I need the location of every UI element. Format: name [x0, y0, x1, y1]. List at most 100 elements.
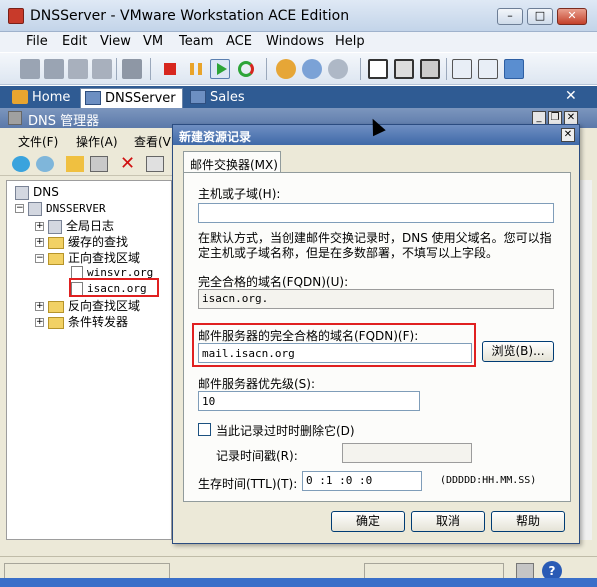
- ttl-format-hint: (DDDDD:HH.MM.SS): [440, 475, 537, 486]
- help-button[interactable]: 帮助: [491, 511, 565, 532]
- clone-icon[interactable]: [92, 59, 112, 79]
- ttl-input[interactable]: 0 :1 :0 :0: [302, 471, 422, 491]
- revert-icon[interactable]: [44, 59, 64, 79]
- power-on-icon[interactable]: [210, 59, 230, 79]
- info-text: 在默认方式，当创建邮件交换记录时，DNS 使用父域名。您可以指定主机或子域名称，…: [198, 231, 552, 260]
- menu-view[interactable]: View: [100, 34, 131, 49]
- snapshot-manager-icon[interactable]: [68, 59, 88, 79]
- expand-icon[interactable]: +: [35, 238, 44, 247]
- priority-input[interactable]: [198, 391, 420, 411]
- dns-menu-file[interactable]: 文件(F): [18, 133, 58, 150]
- tree-item-global-log[interactable]: + 全局日志: [35, 217, 114, 234]
- tab-sales[interactable]: Sales: [186, 88, 251, 108]
- tab-home[interactable]: Home: [8, 88, 76, 108]
- folder-icon: [48, 236, 64, 249]
- tab-dnsserver-label: DNSServer: [105, 91, 176, 106]
- fullscreen-icon[interactable]: [394, 59, 414, 79]
- team-icon[interactable]: [276, 59, 296, 79]
- back-icon[interactable]: [12, 156, 30, 172]
- lan-segment-icon[interactable]: [328, 59, 348, 79]
- folder-icon: [48, 300, 64, 313]
- expand-icon[interactable]: +: [35, 302, 44, 311]
- priority-label: 邮件服务器优先级(S):: [198, 377, 316, 391]
- menu-edit[interactable]: Edit: [62, 34, 87, 49]
- console-view-icon[interactable]: [452, 59, 472, 79]
- dns-menu-view[interactable]: 查看(V): [134, 133, 176, 150]
- fqdn-label: 完全合格的域名(FQDN)(U):: [198, 275, 349, 289]
- tree-item-server[interactable]: − DNSSERVER: [15, 201, 106, 216]
- mail-server-label: 邮件服务器的完全合格的域名(FQDN)(F):: [198, 329, 419, 343]
- collapse-icon[interactable]: −: [35, 254, 44, 263]
- dns-toolbar: ✕: [0, 152, 180, 176]
- tree-item-conditional-forwarders[interactable]: + 条件转发器: [35, 313, 128, 330]
- expand-icon[interactable]: +: [35, 222, 44, 231]
- menu-file[interactable]: File: [26, 34, 48, 49]
- tree-item-forward-zones[interactable]: − 正向查找区域: [35, 249, 140, 266]
- power-off-icon[interactable]: [160, 59, 180, 79]
- dns-restore-button[interactable]: ❐: [548, 111, 562, 125]
- summary-view-icon[interactable]: [478, 59, 498, 79]
- settings-icon[interactable]: [122, 59, 142, 79]
- menu-ace[interactable]: ACE: [226, 34, 252, 49]
- home-icon: [12, 90, 28, 104]
- host-input[interactable]: [198, 203, 554, 223]
- sidebar-toggle-icon[interactable]: [368, 59, 388, 79]
- tree-item-dns[interactable]: DNS: [15, 185, 59, 200]
- quick-switch-icon[interactable]: [420, 59, 440, 79]
- fqdn-field: isacn.org.: [198, 289, 554, 309]
- snapshot-icon[interactable]: [20, 59, 40, 79]
- tab-dnsserver[interactable]: DNSServer: [80, 88, 183, 108]
- highlight-zone-isacn: [69, 278, 159, 297]
- tab-sales-label: Sales: [210, 90, 245, 105]
- dns-minimize-button[interactable]: _: [532, 111, 546, 125]
- dialog-close-button[interactable]: ✕: [561, 128, 575, 142]
- suspend-icon[interactable]: [186, 59, 206, 79]
- reset-icon[interactable]: [236, 59, 256, 79]
- expand-icon[interactable]: +: [35, 318, 44, 327]
- menu-help[interactable]: Help: [335, 34, 365, 49]
- dialog-title: 新建资源记录: [179, 130, 252, 144]
- cancel-button[interactable]: 取消: [411, 511, 485, 532]
- guest-taskbar: [0, 578, 597, 587]
- timestamp-field: [342, 443, 472, 463]
- dns-menu-bar: 文件(F) 操作(A) 查看(V): [0, 130, 180, 150]
- close-button[interactable]: ✕: [557, 8, 587, 25]
- vm-tab-strip: Home DNSServer Sales ✕: [0, 86, 597, 108]
- vmware-title-bar: DNSServer - VMware Workstation ACE Editi…: [0, 0, 597, 32]
- vm-icon: [190, 90, 206, 104]
- vmware-toolbar: [0, 53, 597, 85]
- collapse-icon[interactable]: −: [15, 204, 24, 213]
- vmware-app-icon: [8, 8, 24, 24]
- dns-close-button[interactable]: ✕: [564, 111, 578, 125]
- show-tree-icon[interactable]: [90, 156, 108, 172]
- dns-menu-action[interactable]: 操作(A): [76, 133, 118, 150]
- menu-vm[interactable]: VM: [143, 34, 163, 49]
- tab-mail-exchanger[interactable]: 邮件交换器(MX): [183, 151, 281, 173]
- up-folder-icon[interactable]: [66, 156, 84, 172]
- delete-stale-checkbox[interactable]: [198, 423, 211, 436]
- properties-icon[interactable]: [146, 156, 164, 172]
- dns-icon: [15, 185, 29, 200]
- network-icon[interactable]: [302, 59, 322, 79]
- host-label: 主机或子域(H):: [198, 187, 281, 201]
- mail-server-input[interactable]: [198, 343, 472, 363]
- tree-item-cache[interactable]: + 缓存的查找: [35, 233, 128, 250]
- dns-tree-pane: DNS − DNSSERVER + 全局日志 + 缓存的查找 − 正向查找区域 wins…: [6, 180, 172, 540]
- timestamp-label: 记录时间戳(R):: [216, 449, 298, 463]
- new-resource-record-dialog: 新建资源记录 ✕ 邮件交换器(MX) 主机或子域(H): 在默认方式，当创建邮件…: [172, 124, 580, 544]
- minimize-button[interactable]: –: [497, 8, 523, 25]
- tree-item-reverse-zones[interactable]: + 反向查找区域: [35, 297, 140, 314]
- folder-icon: [48, 316, 64, 329]
- folder-icon: [48, 252, 64, 265]
- menu-windows[interactable]: Windows: [266, 34, 324, 49]
- forward-icon[interactable]: [36, 156, 54, 172]
- menu-team[interactable]: Team: [179, 34, 213, 49]
- delete-icon[interactable]: ✕: [120, 155, 138, 173]
- window-title: DNSServer - VMware Workstation ACE Editi…: [30, 8, 350, 24]
- browse-button[interactable]: 浏览(B)...: [482, 341, 554, 362]
- close-tab-icon[interactable]: ✕: [565, 88, 577, 104]
- mx-record-panel: 主机或子域(H): 在默认方式，当创建邮件交换记录时，DNS 使用父域名。您可以…: [183, 172, 571, 502]
- ok-button[interactable]: 确定: [331, 511, 405, 532]
- appliance-view-icon[interactable]: [504, 59, 524, 79]
- maximize-button[interactable]: □: [527, 8, 553, 25]
